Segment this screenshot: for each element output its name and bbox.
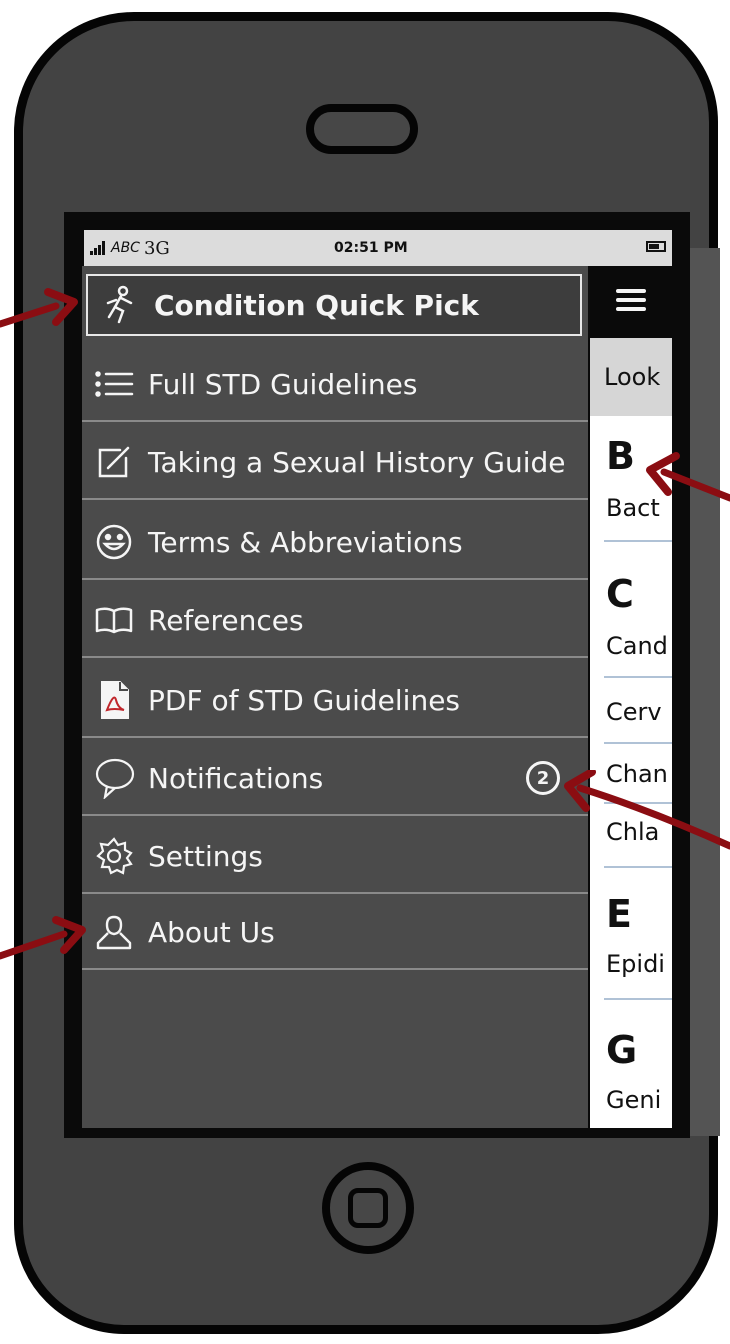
list-divider: [604, 540, 672, 542]
search-bar[interactable]: Look: [590, 338, 672, 416]
menu-item-pdf-std-guidelines[interactable]: PDF of STD Guidelines: [82, 664, 588, 738]
hamburger-icon[interactable]: [614, 286, 648, 318]
menu-item-full-std-guidelines[interactable]: Full STD Guidelines: [82, 348, 588, 422]
list-divider: [604, 676, 672, 678]
menu-item-label: About Us: [148, 915, 275, 949]
list-item[interactable]: Cand: [606, 632, 668, 660]
menu-item-terms-abbreviations[interactable]: Terms & Abbreviations: [82, 506, 588, 580]
annotation-arrow-icon: [564, 770, 730, 850]
menu-item-label: Settings: [148, 839, 263, 873]
menu-item-label: Notifications: [148, 761, 324, 795]
home-button[interactable]: [322, 1162, 414, 1254]
running-person-icon: [94, 285, 146, 325]
condition-list-panel: Look B Bact C Cand Cerv Chan Chla E Epid…: [590, 266, 672, 1128]
annotation-arrow-icon: [0, 288, 78, 328]
menu-item-sexual-history-guide[interactable]: Taking a Sexual History Guide: [82, 426, 588, 500]
menu-item-settings[interactable]: Settings: [82, 820, 588, 894]
nav-bar: [590, 266, 672, 338]
speech-bubble-icon: [88, 757, 140, 799]
list-item[interactable]: Epidi: [606, 950, 665, 978]
network-type: 3G: [143, 237, 170, 259]
annotation-arrow-icon: [646, 452, 730, 502]
annotation-arrow-icon: [0, 916, 86, 960]
user-icon: [88, 913, 140, 951]
signal-icon: [90, 241, 105, 255]
menu-item-label: References: [148, 603, 304, 637]
phone-speaker: [306, 104, 418, 154]
side-menu: Condition Quick Pick Full STD Guidelines…: [82, 266, 588, 1128]
gear-icon: [88, 836, 140, 876]
section-letter-g: G: [606, 1028, 638, 1072]
smiley-icon: [88, 523, 140, 561]
menu-item-notifications[interactable]: Notifications 2: [82, 742, 588, 816]
section-letter-b: B: [606, 434, 635, 478]
list-icon: [88, 369, 140, 399]
status-time: 02:51 PM: [334, 240, 408, 256]
list-divider: [604, 866, 672, 868]
list-divider: [604, 742, 672, 744]
section-letter-c: C: [606, 572, 634, 616]
carrier-name: ABC: [111, 240, 140, 256]
menu-item-label: Taking a Sexual History Guide: [148, 445, 566, 479]
menu-item-label: Terms & Abbreviations: [148, 525, 463, 559]
section-letter-e: E: [606, 892, 632, 936]
open-book-icon: [88, 605, 140, 635]
list-item[interactable]: Geni: [606, 1086, 661, 1114]
menu-item-label: PDF of STD Guidelines: [148, 683, 461, 717]
edit-icon: [88, 444, 140, 480]
menu-item-condition-quick-pick[interactable]: Condition Quick Pick: [86, 274, 582, 336]
list-item[interactable]: Cerv: [606, 698, 662, 726]
notification-count-badge: 2: [526, 761, 560, 795]
menu-item-label: Full STD Guidelines: [148, 367, 418, 401]
home-square-icon: [348, 1188, 388, 1228]
list-divider: [604, 998, 672, 1000]
menu-item-references[interactable]: References: [82, 584, 588, 658]
status-bar: ABC 3G 02:51 PM: [84, 230, 672, 266]
menu-item-about-us[interactable]: About Us: [82, 896, 588, 970]
menu-item-label: Condition Quick Pick: [154, 288, 479, 322]
pdf-icon: [88, 680, 140, 720]
battery-icon: [646, 241, 666, 252]
